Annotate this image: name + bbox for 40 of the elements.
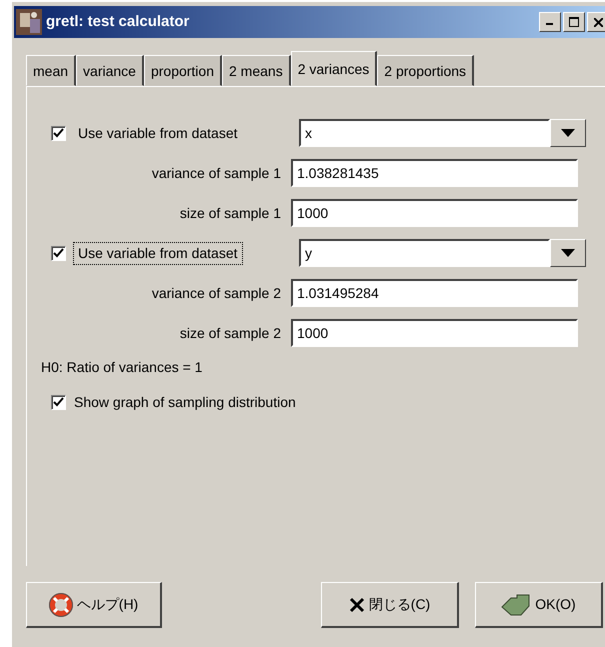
dropdown-button[interactable]	[550, 239, 586, 267]
hypothesis-text: H0: Ratio of variances = 1	[41, 358, 204, 377]
dialog-button[interactable]: 閉じる(C)	[321, 582, 459, 628]
close-icon	[594, 18, 602, 26]
ok-hand-icon	[501, 594, 532, 616]
field-label: variance of sample 1	[150, 164, 282, 183]
window-title: gretl: test calculator	[46, 12, 190, 32]
maximize-icon	[569, 17, 579, 27]
tab[interactable]: 2 proportions	[377, 55, 474, 86]
tab[interactable]: mean	[26, 55, 76, 86]
dropdown-button[interactable]	[550, 119, 586, 147]
checkbox-label[interactable]: Use variable from dataset	[74, 242, 242, 264]
checkbox[interactable]	[51, 395, 66, 410]
close-button[interactable]	[587, 12, 605, 32]
dialog-button[interactable]: ヘルプ(H)	[26, 582, 162, 628]
combo-field[interactable]: y	[299, 239, 550, 267]
app-icon	[16, 9, 42, 35]
combo-field[interactable]: x	[299, 119, 550, 147]
caret-icon	[561, 129, 575, 137]
checkbox[interactable]	[51, 126, 66, 140]
caret-icon	[561, 249, 575, 257]
lifebuoy-icon	[48, 592, 73, 616]
field-label: size of sample 2	[178, 324, 282, 343]
tab[interactable]: proportion	[144, 55, 222, 86]
minimize-button[interactable]	[539, 12, 561, 32]
checkbox[interactable]	[51, 246, 66, 260]
input-field[interactable]: 1000	[291, 199, 578, 227]
close-icon	[348, 596, 365, 612]
input-field[interactable]: 1000	[291, 319, 578, 347]
checkbox-label[interactable]: Show graph of sampling distribution	[74, 392, 296, 413]
tab[interactable]: 2 variances	[290, 51, 378, 86]
checkbox-label[interactable]: Use variable from dataset	[74, 122, 242, 144]
tab[interactable]: 2 means	[222, 55, 291, 86]
dialog-button[interactable]: OK(O)	[475, 582, 603, 628]
field-label: size of sample 1	[178, 204, 282, 223]
input-field[interactable]: 1.038281435	[291, 159, 578, 187]
input-field[interactable]: 1.031495284	[291, 279, 578, 307]
field-label: variance of sample 2	[150, 284, 282, 303]
tab[interactable]: variance	[76, 55, 144, 86]
maximize-button[interactable]	[563, 12, 585, 32]
